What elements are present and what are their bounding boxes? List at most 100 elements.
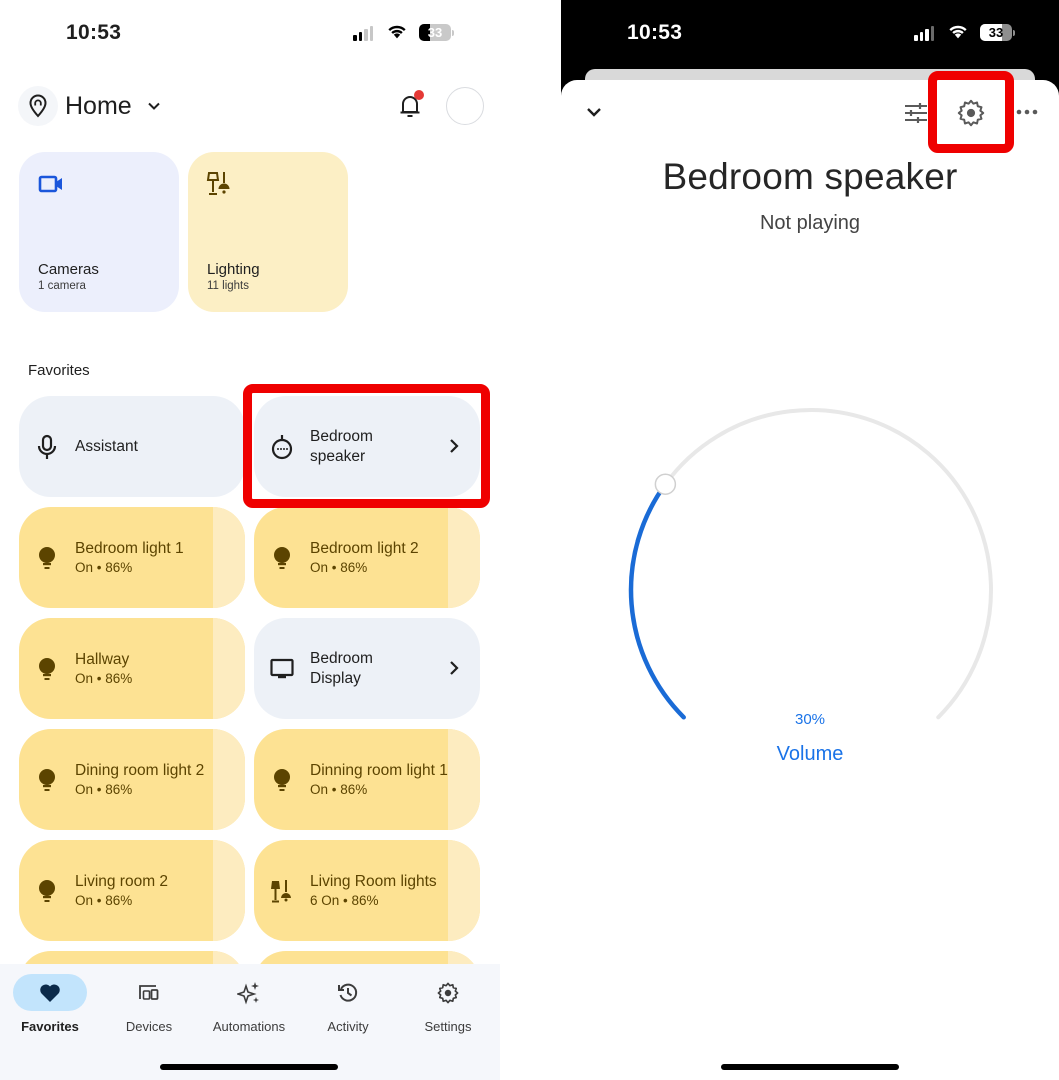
tile-status: On • 86% — [310, 782, 368, 797]
tile-name: Dining room light 2 — [75, 762, 205, 779]
tile-name: Living room 2 — [75, 873, 169, 890]
tile-name: Hallway — [75, 651, 130, 668]
favorite-tile-dining-room-light-2[interactable]: Dining room light 2 On • 86% — [19, 729, 245, 830]
brightness-remainder — [213, 618, 245, 719]
display-icon — [270, 658, 294, 679]
tile-status: On • 86% — [310, 560, 368, 575]
battery-icon: 33 — [419, 24, 451, 41]
battery-level: 33 — [427, 25, 443, 40]
lamp-icon — [271, 880, 291, 903]
tile-status: 6 On • 86% — [310, 893, 379, 908]
account-avatar[interactable] — [446, 87, 484, 125]
status-bar: 10:53 33 — [0, 0, 500, 70]
volume-caption: Volume — [776, 743, 844, 765]
nav-settings[interactable]: Settings — [398, 964, 498, 1044]
device-detail-screen: 10:53 33 Bedroom speaker Not playing 30%… — [561, 0, 1059, 1080]
brightness-remainder — [448, 507, 480, 608]
category-count: 11 lights — [207, 280, 249, 292]
category-lighting[interactable]: Lighting 11 lights — [188, 152, 348, 312]
favorite-tile-dinning-room-light-1[interactable]: Dinning room light 1 On • 86% — [254, 729, 480, 830]
device-sheet: Bedroom speaker Not playing 30% Volume — [561, 71, 1059, 1080]
category-cameras[interactable]: Cameras 1 camera — [19, 152, 179, 312]
favorite-tile-assistant[interactable]: Assistant — [19, 396, 245, 497]
tile-name: Dinning room light 1 — [310, 762, 448, 779]
favorite-tile-hallway[interactable]: Hallway On • 86% — [19, 618, 245, 719]
tile-status: On • 86% — [75, 560, 133, 575]
home-screen: 10:53 33 Home Cameras 1 camera Lighting … — [0, 0, 500, 1080]
home-switcher[interactable]: Home — [18, 84, 162, 128]
status-bar: 10:53 33 — [561, 0, 1059, 70]
playback-status: Not playing — [759, 212, 861, 234]
category-count: 1 camera — [38, 280, 86, 292]
cellular-signal-icon — [353, 25, 373, 41]
chevron-down-icon — [147, 102, 160, 110]
bottom-navigation: Favorites Devices Automations Activity S… — [0, 964, 500, 1080]
highlight-box-settings — [928, 71, 1014, 153]
favorite-tile-bedroom-light-1[interactable]: Bedroom light 1 On • 86% — [19, 507, 245, 608]
battery-icon: 33 — [980, 24, 1012, 41]
wifi-icon — [388, 25, 406, 39]
nav-activity[interactable]: Activity — [298, 964, 398, 1044]
bulb-icon — [39, 880, 55, 902]
collapse-chevron-icon[interactable] — [583, 102, 605, 122]
devices-icon — [139, 984, 159, 1000]
favorite-tile-bedroom-display[interactable]: Bedroom Display — [254, 618, 480, 719]
battery-level: 33 — [988, 25, 1004, 40]
home-indicator — [160, 1064, 338, 1070]
favorite-tile-living-room-lights[interactable]: Living Room lights 6 On • 86% — [254, 840, 480, 941]
device-title: Bedroom speaker — [662, 156, 958, 197]
volume-thumb[interactable] — [654, 473, 677, 495]
tile-status: On • 86% — [75, 671, 133, 686]
nav-label: Automations — [212, 1019, 286, 1034]
history-icon — [338, 983, 358, 1002]
category-name: Lighting — [207, 261, 260, 278]
tile-name: Bedroom Display — [310, 649, 373, 687]
lamp-icon — [206, 172, 230, 195]
microphone-icon — [37, 434, 57, 459]
category-name: Cameras — [38, 261, 99, 278]
notifications-button[interactable] — [396, 90, 424, 120]
video-camera-icon — [38, 175, 62, 193]
tile-name: Assistant — [75, 437, 138, 455]
nav-devices[interactable]: Devices — [99, 964, 199, 1044]
tile-name: Living Room lights — [310, 873, 437, 890]
more-options-icon[interactable] — [1016, 108, 1038, 116]
tile-name: Bedroom light 2 — [310, 540, 419, 557]
wifi-icon — [949, 25, 967, 39]
volume-percent: 30% — [794, 711, 826, 728]
highlight-box-bedroom-speaker — [243, 384, 490, 508]
status-time: 10:53 — [627, 21, 683, 44]
equalizer-icon[interactable] — [903, 100, 929, 126]
nav-favorites[interactable]: Favorites — [0, 964, 100, 1044]
bulb-icon — [274, 547, 290, 569]
bulb-icon — [39, 658, 55, 680]
cellular-signal-icon — [914, 25, 934, 41]
favorite-tile-living-room-2[interactable]: Living room 2 On • 86% — [19, 840, 245, 941]
home-indicator — [721, 1064, 899, 1070]
nav-automations[interactable]: Automations — [199, 964, 299, 1044]
bulb-icon — [274, 769, 290, 791]
volume-fill — [628, 481, 686, 720]
home-name: Home — [65, 91, 132, 120]
heart-icon — [40, 983, 60, 1002]
brightness-remainder — [213, 729, 245, 830]
nav-label: Devices — [125, 1019, 173, 1034]
brightness-remainder — [213, 840, 245, 941]
battery-tip — [1013, 30, 1015, 36]
sparkle-icon — [237, 981, 259, 1005]
tile-status: On • 86% — [75, 782, 133, 797]
volume-dial[interactable] — [621, 400, 1001, 790]
favorite-tile-bedroom-light-2[interactable]: Bedroom light 2 On • 86% — [254, 507, 480, 608]
tile-name: Bedroom light 1 — [75, 540, 184, 557]
favorites-heading: Favorites — [28, 362, 90, 379]
gear-icon — [437, 982, 459, 1003]
notification-badge — [414, 90, 424, 100]
bulb-icon — [39, 769, 55, 791]
nav-label: Activity — [327, 1019, 369, 1034]
nav-label: Settings — [424, 1019, 472, 1034]
brightness-remainder — [448, 840, 480, 941]
tile-status: On • 86% — [75, 893, 133, 908]
home-pin-icon — [18, 86, 58, 126]
chevron-right-icon — [450, 661, 459, 675]
status-time: 10:53 — [66, 21, 122, 44]
